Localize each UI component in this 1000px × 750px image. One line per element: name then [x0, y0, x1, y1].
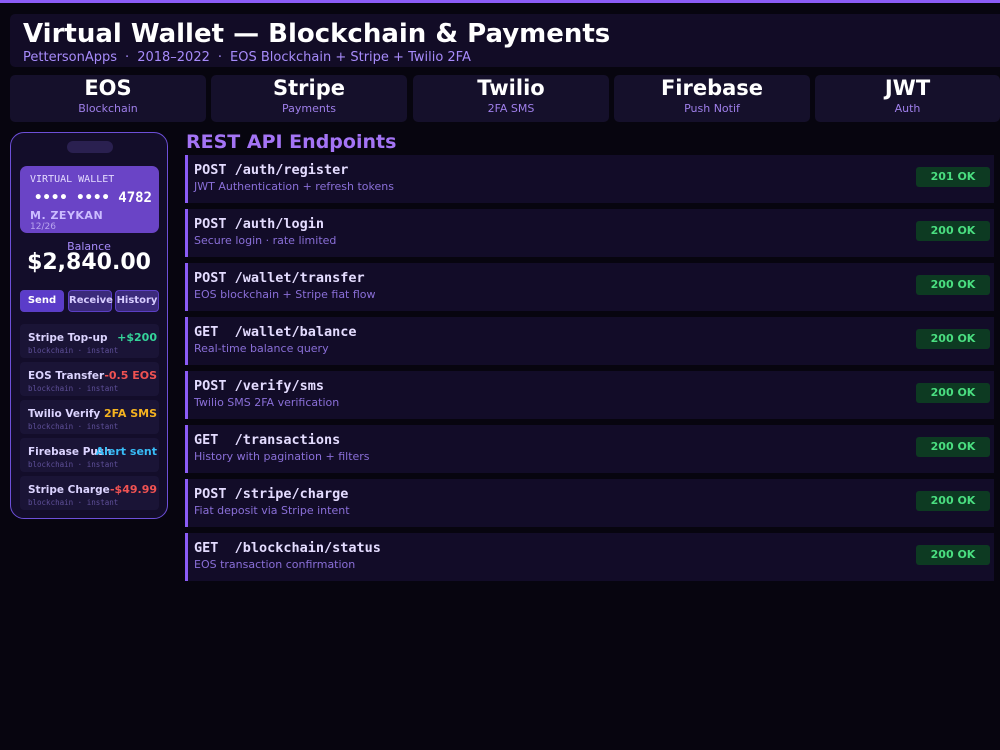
transaction-amount: 2FA SMS — [103, 407, 157, 420]
transaction-item[interactable]: Twilio Verify blockchain · instant 2FA S… — [20, 400, 159, 434]
transaction-name: Stripe Top-up — [28, 332, 108, 344]
endpoint-description: JWT Authentication + refresh tokens — [194, 180, 394, 193]
tech-card-jwt: JWT Auth — [815, 75, 1000, 122]
balance-value: $2,840.00 — [27, 250, 151, 275]
transaction-amount: -$49.99 — [109, 483, 157, 496]
company-name: PettersonApps — [23, 50, 118, 65]
page-title: Virtual Wallet — Blockchain & Payments — [23, 19, 611, 49]
endpoint-route: POST /auth/login — [194, 216, 325, 232]
transaction-amount: Alert sent — [95, 445, 157, 458]
transaction-meta: blockchain · instant — [28, 422, 119, 431]
transaction-meta: blockchain · instant — [28, 384, 119, 393]
tech-desc: Auth — [894, 102, 921, 115]
transaction-name: Twilio Verify — [28, 408, 101, 420]
endpoint-description: EOS transaction confirmation — [194, 558, 356, 571]
endpoint-row[interactable]: GET /blockchain/status EOS transaction c… — [185, 533, 994, 581]
endpoint-route: POST /auth/register — [194, 162, 349, 178]
endpoint-description: Real-time balance query — [194, 342, 329, 355]
tech-card-firebase: Firebase Push Notif — [614, 75, 810, 122]
separator: · — [125, 50, 130, 65]
phone-mockup: VIRTUAL WALLET •••• •••• 4782 M. ZEYKAN … — [10, 132, 168, 519]
phone-notch — [67, 141, 113, 153]
transaction-meta: blockchain · instant — [28, 346, 119, 355]
separator: · — [217, 50, 222, 65]
card-expiry: 12/26 — [30, 222, 56, 232]
endpoint-row[interactable]: POST /stripe/charge Fiat deposit via Str… — [185, 479, 994, 527]
endpoint-description: Fiat deposit via Stripe intent — [194, 504, 350, 517]
tech-stack-row: EOS Blockchain Stripe Payments Twilio 2F… — [10, 75, 1000, 122]
card-label: VIRTUAL WALLET — [30, 174, 115, 185]
status-badge: 200 OK — [916, 329, 990, 349]
endpoint-row[interactable]: GET /transactions History with paginatio… — [185, 425, 994, 473]
card-number: •••• •••• 4782 — [33, 190, 152, 206]
stack-summary: EOS Blockchain + Stripe + Twilio 2FA — [230, 50, 471, 65]
transaction-amount: -0.5 EOS — [104, 369, 157, 382]
tech-name: Twilio — [477, 76, 545, 100]
endpoint-row[interactable]: POST /auth/login Secure login · rate lim… — [185, 209, 994, 257]
send-button[interactable]: Send — [20, 290, 64, 312]
endpoint-row[interactable]: POST /verify/sms Twilio SMS 2FA verifica… — [185, 371, 994, 419]
status-badge: 200 OK — [916, 491, 990, 511]
tech-name: JWT — [884, 76, 931, 100]
endpoint-description: Secure login · rate limited — [194, 234, 337, 247]
transaction-item[interactable]: Stripe Top-up blockchain · instant +$200 — [20, 324, 159, 358]
status-badge: 200 OK — [916, 545, 990, 565]
transaction-item[interactable]: Stripe Charge blockchain · instant -$49.… — [20, 476, 159, 510]
transaction-meta: blockchain · instant — [28, 460, 119, 469]
transaction-name: EOS Transfer — [28, 370, 105, 382]
transaction-item[interactable]: EOS Transfer blockchain · instant -0.5 E… — [20, 362, 159, 396]
endpoint-description: EOS blockchain + Stripe fiat flow — [194, 288, 376, 301]
endpoint-row[interactable]: POST /auth/register JWT Authentication +… — [185, 155, 994, 203]
status-badge: 200 OK — [916, 221, 990, 241]
endpoint-description: History with pagination + filters — [194, 450, 370, 463]
date-range: 2018–2022 — [137, 50, 210, 65]
api-section-title: REST API Endpoints — [186, 131, 397, 153]
tech-name: EOS — [84, 76, 132, 100]
page-subtitle: PettersonApps · 2018–2022 · EOS Blockchain +… — [23, 50, 471, 65]
endpoint-route: POST /wallet/transfer — [194, 270, 365, 286]
endpoint-row[interactable]: GET /wallet/balance Real-time balance qu… — [185, 317, 994, 365]
tech-desc: Push Notif — [684, 102, 740, 115]
status-badge: 201 OK — [916, 167, 990, 187]
endpoint-row[interactable]: POST /wallet/transfer EOS blockchain + S… — [185, 263, 994, 311]
history-button[interactable]: History — [115, 290, 159, 312]
endpoint-route: POST /stripe/charge — [194, 486, 349, 502]
endpoint-route: GET /transactions — [194, 432, 341, 448]
receive-button[interactable]: Receive — [68, 290, 113, 312]
endpoint-route: POST /verify/sms — [194, 378, 325, 394]
tech-desc: 2FA SMS — [487, 102, 535, 115]
tech-card-twilio: Twilio 2FA SMS — [413, 75, 609, 122]
endpoint-route: GET /wallet/balance — [194, 324, 357, 340]
tech-card-stripe: Stripe Payments — [211, 75, 407, 122]
tech-name: Firebase — [660, 76, 764, 100]
transaction-meta: blockchain · instant — [28, 498, 119, 507]
status-badge: 200 OK — [916, 275, 990, 295]
page-header: Virtual Wallet — Blockchain & Payments P… — [10, 14, 1000, 67]
status-badge: 200 OK — [916, 383, 990, 403]
card-holder: M. ZEYKAN — [30, 209, 104, 222]
tech-name: Stripe — [273, 76, 345, 100]
transaction-name: Stripe Charge — [28, 484, 110, 496]
status-badge: 200 OK — [916, 437, 990, 457]
wallet-card[interactable]: VIRTUAL WALLET •••• •••• 4782 M. ZEYKAN … — [20, 166, 159, 233]
tech-desc: Blockchain — [78, 102, 138, 115]
transaction-item[interactable]: Firebase Push blockchain · instant Alert… — [20, 438, 159, 472]
endpoint-description: Twilio SMS 2FA verification — [194, 396, 340, 409]
accent-top-bar — [0, 0, 1000, 3]
transaction-amount: +$200 — [117, 331, 157, 344]
tech-card-eos: EOS Blockchain — [10, 75, 206, 122]
endpoint-route: GET /blockchain/status — [194, 540, 381, 556]
tech-desc: Payments — [282, 102, 336, 115]
